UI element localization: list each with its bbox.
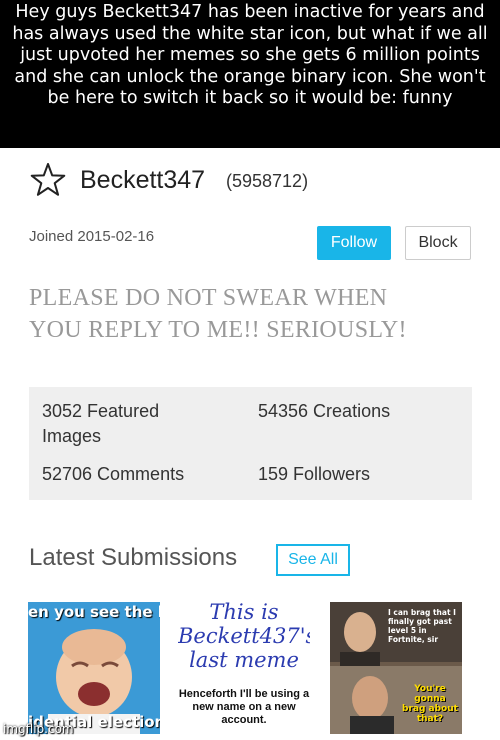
stat-followers[interactable]: 159 Followers [258,462,370,487]
handwritten-text: This is Beckett437's last meme [178,602,310,672]
meme-caption: Hey guys Beckett347 has been inactive fo… [0,0,500,148]
imgflip-watermark: imgflip.com [3,722,74,736]
stat-creations[interactable]: 54356 Creations [258,399,390,424]
block-button[interactable]: Block [405,226,471,260]
see-all-button[interactable]: See All [276,544,350,576]
thumb-top-text: en you see the la [28,603,160,621]
submission-thumbnail[interactable]: en you see the la idential election [28,602,160,734]
handwritten-line: last meme [189,648,299,672]
stat-featured-line: 3052 Featured [42,401,160,421]
handwritten-line: Beckett437's [178,624,310,648]
stats-panel: 3052 Featured Images 54356 Creations 527… [29,387,472,500]
bio-line: YOU REPLY TO ME!! SERIOUSLY! [29,317,407,343]
caption-text: Hey guys Beckett347 has been inactive fo… [12,2,488,108]
thumb-top-text: I can brag that I finally got past level… [388,608,456,644]
typed-text: Henceforth I'll be using a new name on a… [178,688,310,726]
stat-featured-images[interactable]: 3052 Featured Images [42,399,159,449]
thumb-bottom-text: You're gonna brag about that? [402,684,458,724]
user-points: (5958712) [226,171,309,191]
username: Beckett347 [80,166,206,194]
joined-date: Joined 2015-02-16 [29,228,155,245]
stat-comments[interactable]: 52706 Comments [42,462,184,487]
bio-line: PLEASE DO NOT SWEAR WHEN [29,285,388,311]
stat-featured-line: Images [42,426,102,446]
latest-submissions-heading: Latest Submissions [29,544,238,571]
handwritten-line: This is [209,602,279,624]
star-outline-icon [30,163,66,196]
user-bio: PLEASE DO NOT SWEAR WHEN YOU REPLY TO ME… [29,282,479,346]
submission-thumbnail[interactable]: I can brag that I finally got past level… [330,602,462,734]
follow-button[interactable]: Follow [317,226,391,260]
profile-screenshot: Beckett347 (5958712) Joined 2015-02-16 F… [0,148,500,740]
submission-thumbnail[interactable]: This is Beckett437's last meme Hencefort… [178,602,310,734]
